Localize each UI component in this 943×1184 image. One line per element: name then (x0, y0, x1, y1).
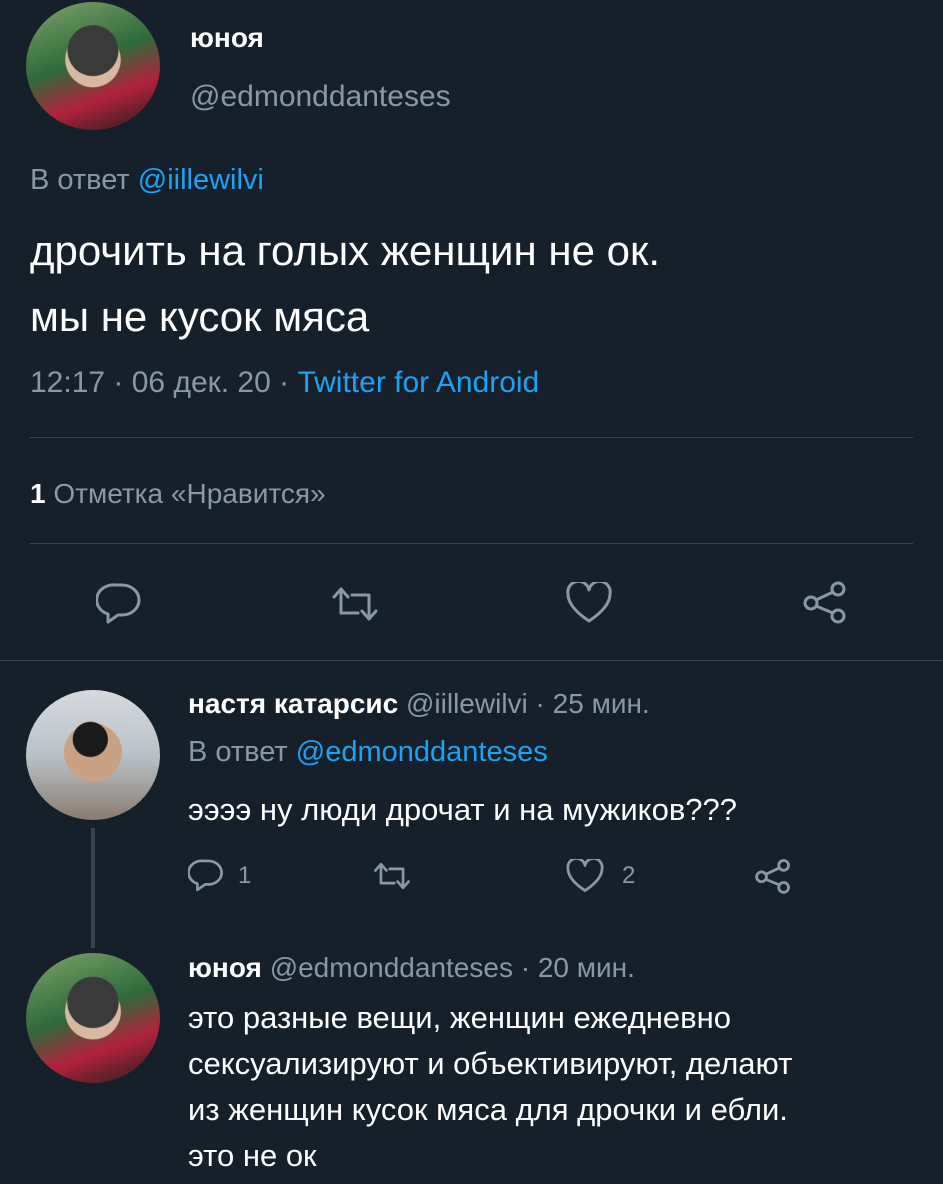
reply1-context: В ответ @edmonddanteses (188, 736, 548, 769)
reply1-reply-to-link[interactable]: @edmonddanteses (296, 736, 548, 768)
tweet-text-line-2: мы не кусок мяса (30, 293, 370, 340)
thread-connector-line (91, 828, 95, 948)
divider (30, 543, 913, 544)
likes-summary[interactable]: 1 Отметка «Нравится» (30, 478, 326, 510)
reply-icon[interactable] (96, 582, 142, 624)
author-avatar[interactable] (26, 2, 160, 130)
reply2-header: юноя @edmonddanteses · 20 мин. (188, 952, 635, 984)
reply1-avatar[interactable] (26, 690, 160, 820)
reply1-author-name[interactable]: настя катарсис (188, 688, 398, 719)
reply-to-link[interactable]: @iillewilvi (138, 164, 264, 196)
retweet-icon[interactable] (330, 585, 380, 623)
reply1-reply-prefix: В ответ (188, 736, 288, 768)
author-name[interactable]: юноя (190, 22, 264, 54)
reply1-retweet-icon[interactable] (372, 861, 412, 891)
reply1-heart-icon[interactable] (566, 859, 604, 893)
reply1-like-count: 2 (622, 862, 636, 889)
author-handle[interactable]: @edmonddanteses (190, 80, 451, 114)
reply1-reply-count: 1 (238, 862, 252, 889)
reply1-text: ээээ ну люди дрочат и на мужиков??? (188, 792, 738, 827)
tweet-source[interactable]: Twitter for Android (297, 366, 539, 399)
reply2-text-line-1: это разные вещи, женщин ежедневно (188, 1000, 731, 1035)
reply2-meta: @edmonddanteses · 20 мин. (269, 952, 635, 983)
reply1-header: настя катарсис @iillewilvi · 25 мин. (188, 688, 650, 720)
reply2-text-line-2: сексуализируют и объективируют, делают (188, 1046, 793, 1081)
likes-count: 1 (30, 478, 46, 509)
tweet-text-line-1: дрочить на голых женщин не ок. (30, 227, 660, 274)
heart-icon[interactable] (566, 582, 612, 624)
reply1-meta: @iillewilvi · 25 мин. (406, 688, 650, 719)
reply2-author-name[interactable]: юноя (188, 952, 262, 983)
likes-label: Отметка «Нравится» (53, 478, 326, 509)
share-icon[interactable] (802, 580, 848, 624)
reply2-text-line-3: из женщин кусок мяса для дрочки и ебли. (188, 1092, 788, 1127)
reply-context: В ответ @iillewilvi (30, 164, 264, 197)
reply2-avatar[interactable] (26, 953, 160, 1083)
reply1-reply-icon[interactable] (188, 858, 224, 892)
tweet-timestamp: 12:17 · 06 дек. 20 · (30, 366, 290, 399)
tweet-meta: 12:17 · 06 дек. 20 · Twitter for Android (30, 366, 539, 400)
reply-prefix: В ответ (30, 164, 130, 196)
reply1-share-icon[interactable] (754, 858, 792, 894)
divider (30, 437, 913, 438)
divider (0, 660, 943, 661)
reply2-text-line-4: это не ок (188, 1138, 317, 1173)
